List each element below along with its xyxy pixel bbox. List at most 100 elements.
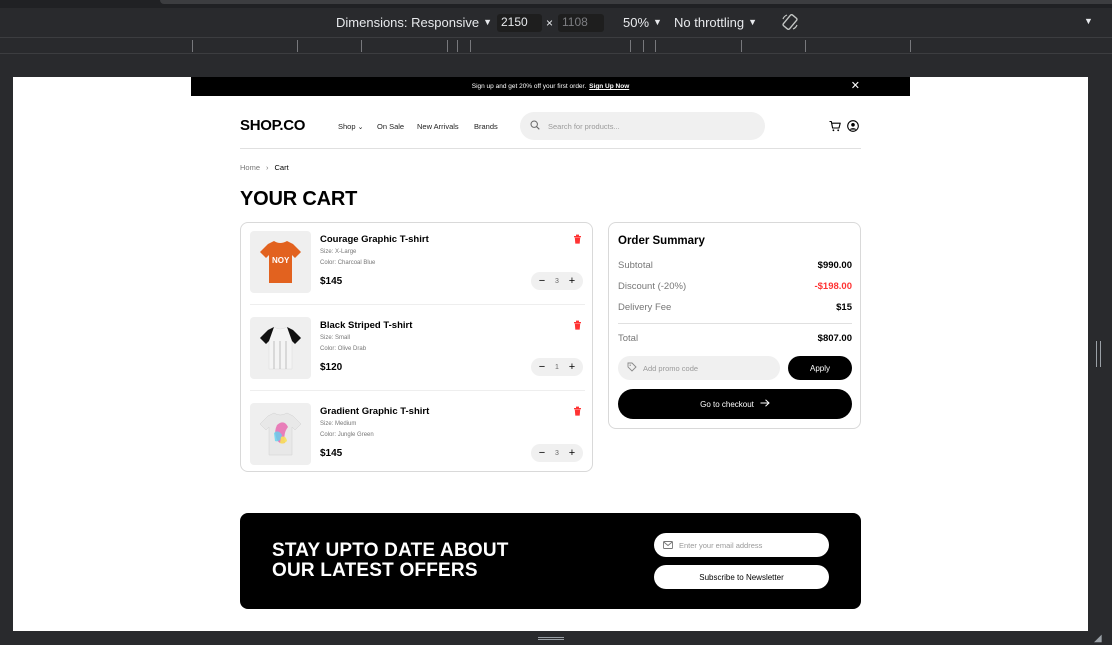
arrow-right-icon xyxy=(760,399,770,409)
subtotal-label: Subtotal xyxy=(618,260,653,271)
newsletter-title: STAY UPTO DATE ABOUT OUR LATEST OFFERS xyxy=(272,541,572,581)
cart-icon[interactable] xyxy=(829,119,841,132)
resize-corner-icon[interactable]: ◢ xyxy=(1094,633,1102,644)
breadcrumb: Home › Cart xyxy=(240,163,289,172)
item-color: Jungle Green xyxy=(337,432,374,438)
throttling-dropdown[interactable]: No throttling ▼ xyxy=(674,15,757,30)
item-size: Medium xyxy=(335,421,357,427)
checkout-label: Go to checkout xyxy=(700,399,754,409)
item-price: $145 xyxy=(320,276,343,287)
newsletter-banner: STAY UPTO DATE ABOUT OUR LATEST OFFERS S… xyxy=(240,513,861,609)
email-input[interactable] xyxy=(679,540,819,550)
nav-on-sale[interactable]: On Sale xyxy=(377,122,404,131)
quantity-stepper: − 1 + xyxy=(531,358,583,376)
width-input[interactable]: 2150 xyxy=(497,14,542,32)
total-label: Total xyxy=(618,333,639,344)
newsletter-title-line1: STAY UPTO DATE ABOUT xyxy=(272,540,509,561)
account-icon[interactable] xyxy=(847,119,859,132)
logo[interactable]: SHOP.CO xyxy=(240,117,305,134)
product-image xyxy=(250,403,311,465)
device-toolbar: Dimensions: Responsive ▼ 2150 × 1108 50%… xyxy=(0,8,1112,37)
discount-value: -$198.00 xyxy=(814,281,852,292)
plus-icon[interactable]: + xyxy=(567,276,577,287)
devtools-top-edge xyxy=(0,0,1112,8)
delivery-value: $15 xyxy=(836,302,852,313)
product-image xyxy=(250,317,311,379)
color-label: Color: xyxy=(320,260,337,266)
item-size: Small xyxy=(335,335,351,341)
cart-item: Gradient Graphic T-shirt Size: Medium Co… xyxy=(250,403,585,465)
search-bar xyxy=(520,112,765,140)
breadcrumb-current: Cart xyxy=(274,163,289,172)
quantity-value: 1 xyxy=(555,363,559,371)
cart-items-panel: NOY Courage Graphic T-shirt Size: X-Larg… xyxy=(240,222,593,472)
trash-icon[interactable] xyxy=(573,317,582,330)
breadcrumb-home[interactable]: Home xyxy=(240,163,260,172)
promo-code-input[interactable] xyxy=(643,363,763,373)
checkout-button[interactable]: Go to checkout xyxy=(618,389,852,419)
plus-icon[interactable]: + xyxy=(567,362,577,373)
more-options-icon[interactable]: ▼ xyxy=(1084,17,1093,26)
signup-link[interactable]: Sign Up Now xyxy=(589,83,629,90)
plus-icon[interactable]: + xyxy=(567,448,577,459)
quantity-stepper: − 3 + xyxy=(531,272,583,290)
trash-icon[interactable] xyxy=(573,231,582,244)
chevron-right-icon: › xyxy=(266,163,269,172)
summary-title: Order Summary xyxy=(618,235,705,247)
zoom-dropdown[interactable]: 50% ▼ xyxy=(623,15,662,30)
color-label: Color: xyxy=(320,432,337,438)
nav-shop[interactable]: Shop ⌄ xyxy=(338,122,364,131)
size-label: Size: xyxy=(320,335,334,341)
chevron-down-icon: ▼ xyxy=(483,17,492,27)
resize-handle-right[interactable] xyxy=(1096,341,1101,367)
minus-icon[interactable]: − xyxy=(537,276,547,287)
subscribe-button[interactable]: Subscribe to Newsletter xyxy=(654,565,829,589)
dimensions-dropdown[interactable]: Dimensions: Responsive ▼ xyxy=(336,15,492,30)
apply-button[interactable]: Apply xyxy=(788,356,852,380)
chevron-down-icon: ⌄ xyxy=(357,124,364,131)
order-summary: Order Summary Subtotal $990.00 Discount … xyxy=(608,222,861,429)
page-viewport: Sign up and get 20% off your first order… xyxy=(13,77,1088,631)
discount-label: Discount (-20%) xyxy=(618,281,687,292)
nav-shop-label: Shop xyxy=(338,122,356,131)
color-label: Color: xyxy=(320,346,337,352)
quantity-value: 3 xyxy=(555,277,559,285)
divider xyxy=(618,323,852,324)
media-query-ruler xyxy=(0,37,1112,54)
trash-icon[interactable] xyxy=(573,403,582,416)
item-size: X-Large xyxy=(335,249,357,255)
delivery-row: Delivery Fee $15 xyxy=(618,302,852,313)
email-field xyxy=(654,533,829,557)
item-name: Courage Graphic T-shirt xyxy=(320,234,429,245)
page-title: YOUR CART xyxy=(240,188,358,210)
quantity-stepper: − 3 + xyxy=(531,444,583,462)
throttling-value: No throttling xyxy=(674,15,745,30)
minus-icon[interactable]: − xyxy=(537,448,547,459)
item-price: $145 xyxy=(320,448,343,459)
chevron-down-icon: ▼ xyxy=(748,17,758,27)
newsletter-title-line2: OUR LATEST OFFERS xyxy=(272,560,478,581)
total-row: Total $807.00 xyxy=(618,333,852,344)
promo-code-field xyxy=(618,356,780,380)
resize-handle-bottom[interactable] xyxy=(538,637,564,640)
promo-text: Sign up and get 20% off your first order… xyxy=(471,83,587,90)
nav-brands[interactable]: Brands xyxy=(474,122,498,131)
close-icon[interactable]: ✕ xyxy=(851,80,860,92)
height-input[interactable]: 1108 xyxy=(558,14,604,32)
mail-icon xyxy=(663,536,673,554)
delivery-label: Delivery Fee xyxy=(618,302,672,313)
item-price: $120 xyxy=(320,362,343,373)
item-color: Olive Drab xyxy=(337,346,367,352)
cart-item: NOY Courage Graphic T-shirt Size: X-Larg… xyxy=(250,231,585,305)
size-label: Size: xyxy=(320,249,334,255)
chevron-down-icon: ▼ xyxy=(653,17,662,27)
rotate-icon[interactable] xyxy=(781,13,799,31)
times-symbol: × xyxy=(546,16,554,30)
nav-new-arrivals[interactable]: New Arrivals xyxy=(417,122,459,131)
tag-icon xyxy=(627,359,637,377)
search-input[interactable] xyxy=(548,121,748,131)
minus-icon[interactable]: − xyxy=(537,362,547,373)
item-name: Black Striped T-shirt xyxy=(320,320,413,331)
discount-row: Discount (-20%) -$198.00 xyxy=(618,281,852,292)
size-label: Size: xyxy=(320,421,334,427)
